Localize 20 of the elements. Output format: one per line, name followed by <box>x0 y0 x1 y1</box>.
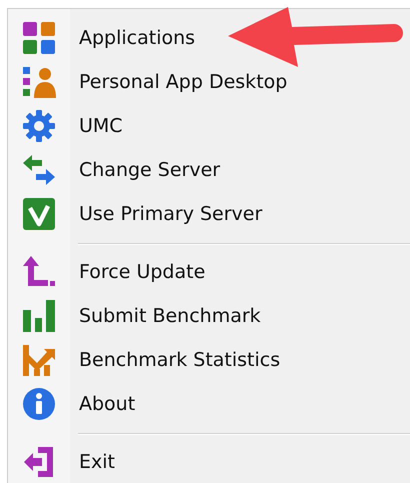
menu-item[interactable]: Benchmark Statistics <box>79 349 280 371</box>
menu-item[interactable]: About <box>79 393 136 415</box>
menu-item[interactable]: Force Update <box>79 261 206 283</box>
checkmark-icon <box>22 197 56 231</box>
gear-icon <box>22 109 56 143</box>
menu-item[interactable]: Use Primary Server <box>79 203 262 225</box>
swap-arrows-icon <box>22 153 56 187</box>
menu-item[interactable]: Change Server <box>79 159 220 181</box>
menu-item[interactable]: Submit Benchmark <box>79 305 261 327</box>
menu-item[interactable]: Exit <box>79 451 115 473</box>
grid-icon <box>22 21 56 55</box>
menu-item[interactable]: Personal App Desktop <box>79 71 288 93</box>
user-apps-icon <box>22 65 56 99</box>
info-icon <box>22 387 56 421</box>
menu-item[interactable]: Applications <box>79 27 196 49</box>
trend-chart-icon <box>22 343 56 377</box>
exit-icon <box>22 445 56 479</box>
up-arrow-icon <box>22 255 56 289</box>
menu-item[interactable]: UMC <box>79 115 123 137</box>
bar-chart-icon <box>22 299 56 333</box>
